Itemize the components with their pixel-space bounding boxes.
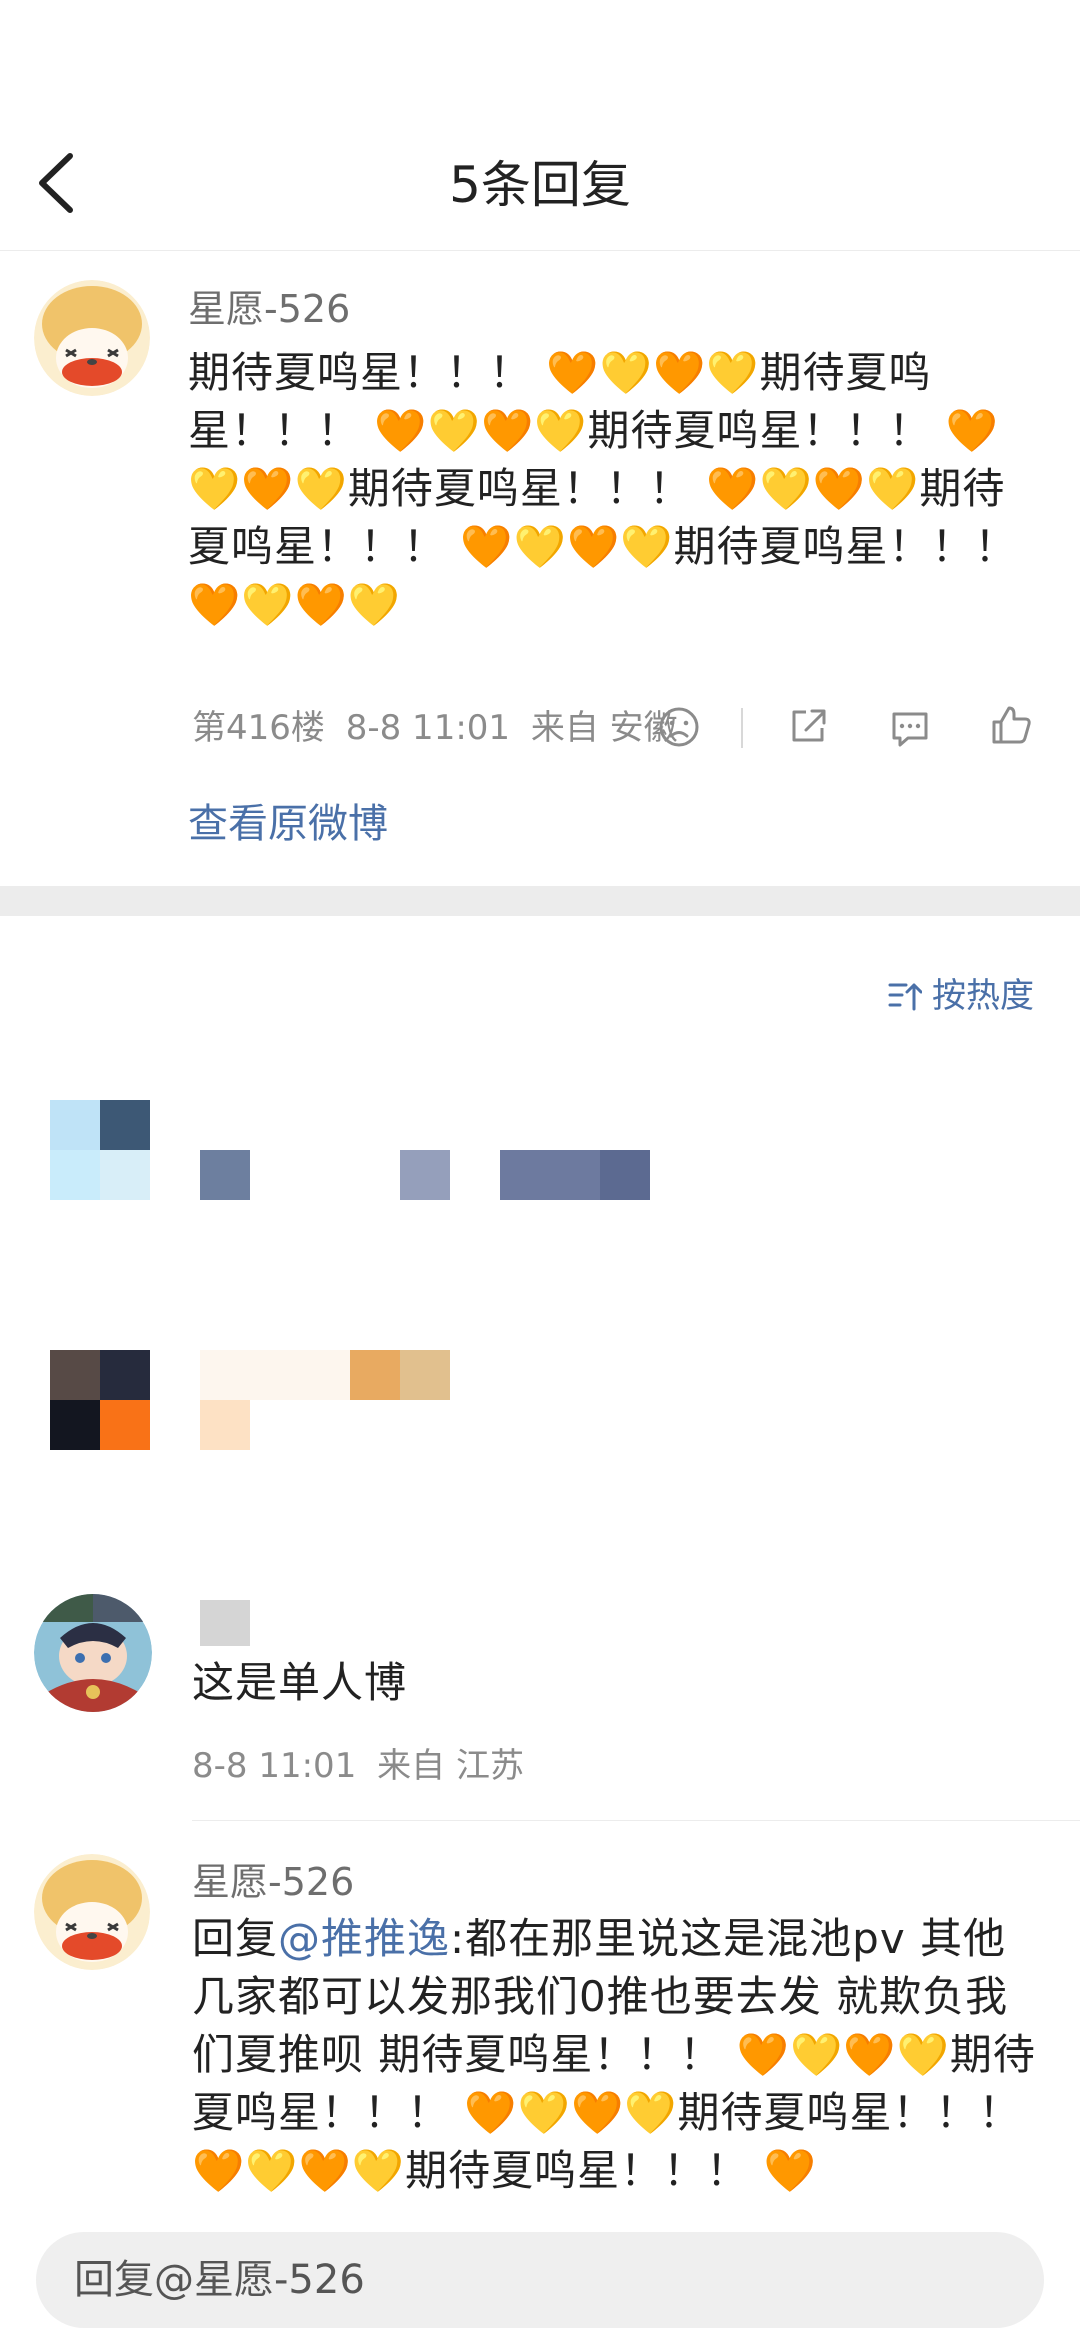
- reply-input-placeholder: 回复@星愿-526: [74, 2257, 365, 2303]
- header-divider: [0, 250, 1080, 251]
- root-comment-text: 期待夏鸣星！！！ 🧡💛🧡💛期待夏鸣星！！！ 🧡💛🧡💛期待夏鸣星！！！ 🧡💛🧡💛期…: [188, 348, 1018, 629]
- blurred-text: [350, 1350, 400, 1400]
- blurred-text: [200, 1350, 350, 1400]
- reply-meta: 8-8 11:01 来自 江苏: [192, 1742, 524, 1790]
- reply-text: 这是单人博: [192, 1658, 408, 1707]
- comment-icon[interactable]: [888, 706, 932, 750]
- avatar-pixel: [100, 1100, 150, 1150]
- blurred-text: [600, 1150, 650, 1200]
- avatar-pixel: [100, 1350, 150, 1400]
- root-username[interactable]: 星愿-526: [188, 285, 350, 333]
- sort-button[interactable]: 按热度: [888, 970, 1034, 1022]
- avatar-pixel: [100, 1400, 150, 1450]
- reply-prefix: 回复: [192, 1914, 279, 1963]
- avatar-pixel: [50, 1400, 100, 1450]
- mention-link[interactable]: @推推逸: [278, 1914, 450, 1963]
- avatar[interactable]: [34, 1854, 150, 1970]
- avatar-pixel: [100, 1150, 150, 1200]
- page-title: 5条回复: [449, 156, 631, 214]
- avatar[interactable]: [34, 280, 150, 396]
- sort-icon: [888, 983, 922, 1011]
- root-comment-meta: 第416楼 8-8 11:01 来自 安徽: [192, 704, 678, 752]
- avatar[interactable]: [50, 1350, 100, 1400]
- comment-time: 8-8 11:01: [345, 708, 511, 748]
- sad-face-icon[interactable]: [658, 706, 700, 748]
- blurred-username: [200, 1600, 250, 1646]
- comment-location: 来自 安徽: [530, 708, 678, 748]
- blurred-text: [500, 1150, 600, 1200]
- blurred-text: [400, 1150, 450, 1200]
- meta-separator: [741, 708, 743, 748]
- like-icon[interactable]: [988, 702, 1034, 748]
- avatar[interactable]: [34, 1594, 152, 1712]
- blurred-text: [200, 1150, 250, 1200]
- blurred-text: [400, 1350, 450, 1400]
- reply-time: 8-8 11:01: [192, 1746, 357, 1786]
- avatar-pixel: [50, 1100, 100, 1150]
- share-icon[interactable]: [786, 704, 830, 748]
- floor-number: 第416楼: [192, 708, 325, 748]
- section-divider: [0, 886, 1080, 916]
- avatar-pixel: [50, 1150, 100, 1200]
- reply-divider: [192, 1820, 1080, 1821]
- sort-label: 按热度: [932, 976, 1034, 1016]
- reply-location: 来自 江苏: [377, 1746, 524, 1786]
- view-original-link[interactable]: 查看原微博: [188, 796, 388, 852]
- reply-username[interactable]: 星愿-526: [192, 1858, 354, 1906]
- reply-text: 回复@推推逸:都在那里说这是混池pv 其他几家都可以发那我们0推也要去发 就欺负…: [192, 1910, 1040, 2216]
- blurred-text: [200, 1400, 250, 1450]
